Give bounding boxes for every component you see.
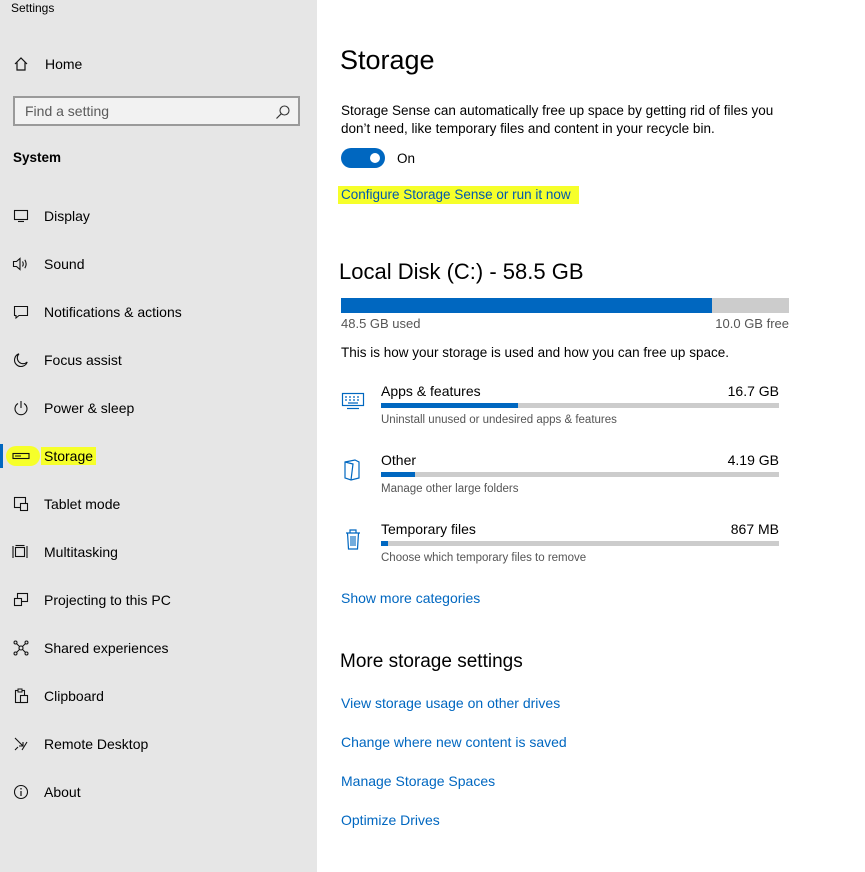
- home-icon: [12, 55, 30, 73]
- info-icon: [12, 783, 30, 801]
- category-bar-fill: [381, 403, 518, 408]
- sidebar-item-label: Multitasking: [44, 544, 118, 560]
- sidebar-item-label: Sound: [44, 256, 85, 272]
- sidebar-item-power-sleep[interactable]: Power & sleep: [0, 388, 317, 428]
- category-description: Choose which temporary files to remove: [381, 552, 587, 564]
- storage-icon: [12, 447, 30, 465]
- page-title: Storage: [340, 45, 435, 75]
- category-size: 867 MB: [730, 521, 779, 537]
- category-description: Uninstall unused or undesired apps & fea…: [381, 414, 617, 426]
- sidebar-item-label: Storage: [41, 447, 97, 465]
- category-bar: [381, 541, 779, 546]
- category-temporary-files[interactable]: Temporary files 867 MB Choose which temp…: [341, 521, 781, 581]
- category-size: 4.19 GB: [727, 452, 779, 468]
- view-storage-other-drives-link[interactable]: View storage usage on other drives: [341, 695, 560, 711]
- sidebar-item-focus-assist[interactable]: Focus assist: [0, 340, 317, 380]
- search-icon: [275, 104, 291, 120]
- sidebar-item-label: Home: [45, 56, 83, 72]
- shared-experiences-icon: [12, 639, 30, 657]
- sidebar-item-about[interactable]: About: [0, 772, 317, 812]
- sidebar-item-label: Clipboard: [44, 688, 104, 704]
- category-bar: [381, 472, 779, 477]
- disk-free-label: 10.0 GB free: [715, 316, 789, 331]
- clipboard-icon: [12, 687, 30, 705]
- search-input[interactable]: Find a setting: [13, 96, 300, 126]
- display-icon: [12, 207, 30, 225]
- storage-sense-toggle[interactable]: [341, 148, 385, 168]
- sidebar-item-label: Projecting to this PC: [44, 592, 171, 608]
- section-title: System: [13, 150, 62, 165]
- notifications-icon: [12, 303, 30, 321]
- multitasking-icon: [12, 543, 30, 561]
- sidebar-item-notifications[interactable]: Notifications & actions: [0, 292, 317, 332]
- manage-storage-spaces-link[interactable]: Manage Storage Spaces: [341, 773, 495, 789]
- sidebar-item-label: Focus assist: [44, 352, 122, 368]
- sidebar-item-display[interactable]: Display: [0, 196, 317, 236]
- sidebar-item-tablet-mode[interactable]: Tablet mode: [0, 484, 317, 524]
- toggle-state-label: On: [397, 151, 416, 166]
- sidebar-item-label: Tablet mode: [44, 496, 121, 512]
- projecting-icon: [12, 591, 30, 609]
- change-new-content-location-link[interactable]: Change where new content is saved: [341, 734, 567, 750]
- category-other[interactable]: Other 4.19 GB Manage other large folders: [341, 452, 781, 512]
- sidebar-item-storage[interactable]: Storage: [0, 436, 317, 476]
- sidebar-item-remote-desktop[interactable]: Remote Desktop: [0, 724, 317, 764]
- sidebar-item-sound[interactable]: Sound: [0, 244, 317, 284]
- category-name: Apps & features: [381, 383, 481, 399]
- sound-icon: [12, 255, 30, 273]
- sidebar: Settings Home Find a setting System Disp…: [0, 0, 317, 872]
- remote-desktop-icon: [12, 735, 30, 753]
- sidebar-item-label: Remote Desktop: [44, 736, 149, 752]
- category-bar: [381, 403, 779, 408]
- main-content: Storage Storage Sense can automatically …: [317, 0, 865, 872]
- disk-usage-fill: [341, 298, 713, 313]
- disk-used-label: 48.5 GB used: [341, 316, 421, 331]
- trash-icon: [341, 527, 365, 551]
- usage-intro: This is how your storage is used and how…: [341, 345, 729, 360]
- moon-icon: [12, 351, 30, 369]
- power-icon: [12, 399, 30, 417]
- other-folder-icon: [341, 458, 365, 482]
- toggle-knob: [370, 153, 380, 163]
- category-apps-features[interactable]: Apps & features 16.7 GB Uninstall unused…: [341, 383, 781, 443]
- sidebar-item-home[interactable]: Home: [0, 44, 317, 84]
- sidebar-item-label: Power & sleep: [44, 400, 135, 416]
- sidebar-item-label: Shared experiences: [44, 640, 169, 656]
- sidebar-item-clipboard[interactable]: Clipboard: [0, 676, 317, 716]
- sidebar-item-label: Notifications & actions: [44, 304, 182, 320]
- disk-title: Local Disk (C:) - 58.5 GB: [339, 259, 584, 284]
- category-size: 16.7 GB: [727, 383, 779, 399]
- sidebar-item-multitasking[interactable]: Multitasking: [0, 532, 317, 572]
- category-description: Manage other large folders: [381, 483, 519, 495]
- category-name: Other: [381, 452, 417, 468]
- sidebar-item-shared-experiences[interactable]: Shared experiences: [0, 628, 317, 668]
- optimize-drives-link[interactable]: Optimize Drives: [341, 812, 440, 828]
- category-name: Temporary files: [381, 521, 476, 537]
- sidebar-item-projecting[interactable]: Projecting to this PC: [0, 580, 317, 620]
- storage-sense-description: Storage Sense can automatically free up …: [341, 103, 774, 136]
- configure-storage-sense-link[interactable]: Configure Storage Sense or run it now: [338, 186, 579, 204]
- disk-usage-bar: [341, 298, 789, 313]
- category-bar-fill: [381, 541, 389, 546]
- search-placeholder: Find a setting: [25, 103, 110, 119]
- window-title: Settings: [11, 1, 55, 15]
- tablet-mode-icon: [12, 495, 30, 513]
- sidebar-item-label: Display: [44, 208, 90, 224]
- sidebar-item-label: About: [44, 784, 81, 800]
- more-storage-settings-title: More storage settings: [340, 651, 523, 672]
- category-bar-fill: [381, 472, 416, 477]
- apps-features-icon: [341, 389, 365, 413]
- show-more-categories-link[interactable]: Show more categories: [341, 590, 480, 606]
